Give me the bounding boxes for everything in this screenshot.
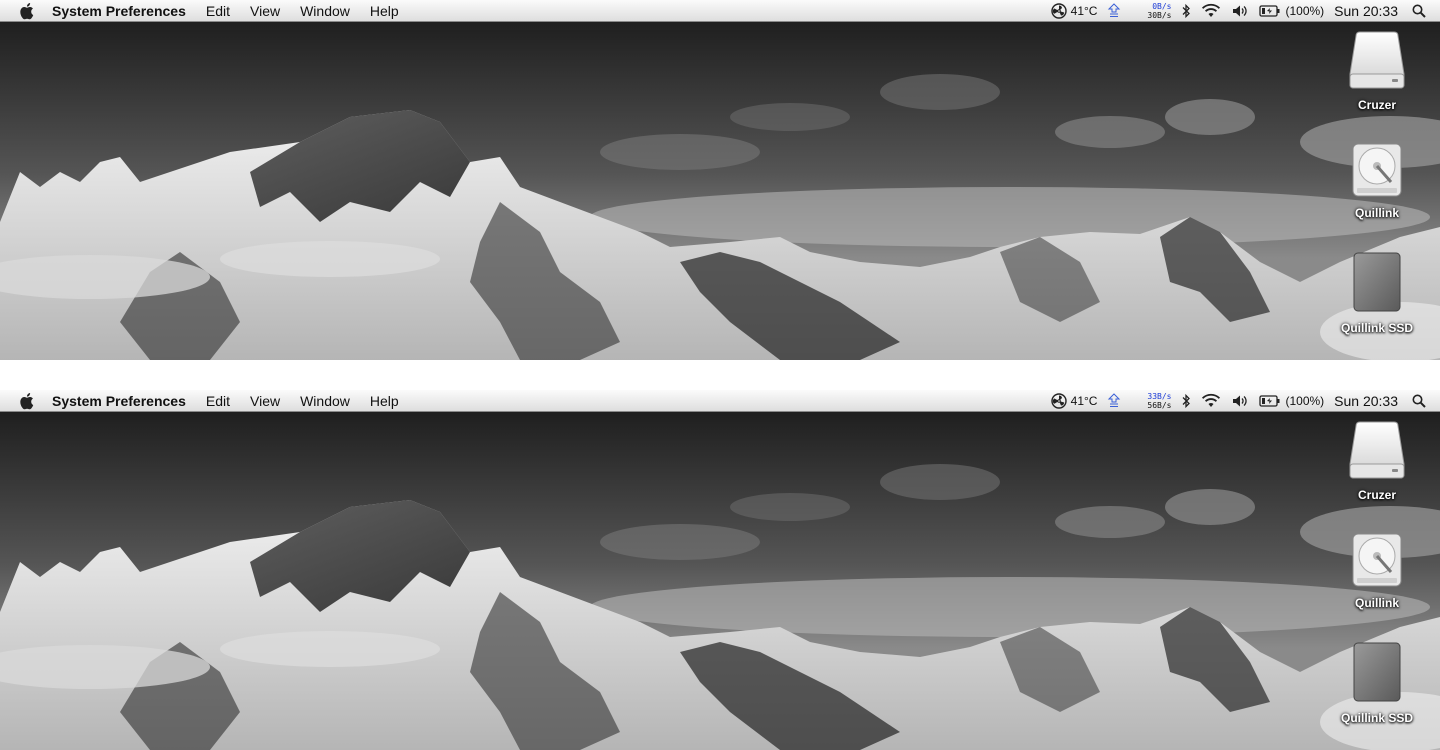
bluetooth-icon[interactable] [1181, 0, 1191, 22]
battery-icon [1259, 4, 1281, 18]
desktop-drive-quillink-ssd[interactable]: Quillink SSD [1332, 251, 1422, 335]
app-menu[interactable]: System Preferences [52, 0, 186, 22]
external-drive-icon [1348, 30, 1406, 95]
wifi-icon[interactable] [1201, 0, 1221, 22]
temperature-readout: 41°C [1070, 394, 1098, 408]
menu-window[interactable]: Window [300, 0, 350, 22]
apple-logo-icon[interactable] [18, 392, 38, 410]
fan-icon [1050, 393, 1067, 409]
desktop-wallpaper [0, 412, 1440, 750]
battery-percentage: (100%) [1285, 394, 1325, 408]
desktop-icon-label: Quillink SSD [1340, 711, 1413, 725]
temperature-monitor[interactable]: 41°C [1050, 390, 1098, 412]
desktop-drive-quillink[interactable]: Quillink [1332, 142, 1422, 220]
net-upload-rate: 33B/s [1147, 392, 1172, 401]
volume-icon[interactable] [1231, 0, 1249, 22]
ssd-drive-icon [1352, 641, 1402, 708]
spotlight-search-icon[interactable] [1412, 390, 1426, 412]
menu-view[interactable]: View [250, 0, 280, 22]
wifi-icon[interactable] [1201, 390, 1221, 412]
network-activity-icon [1107, 3, 1121, 19]
hard-disk-icon [1351, 532, 1403, 593]
temperature-readout: 41°C [1070, 4, 1098, 18]
battery-icon [1259, 394, 1281, 408]
network-activity-icon [1107, 393, 1121, 409]
menu-bar: System Preferences Edit View Window Help… [0, 0, 1440, 22]
net-upload-rate: 0B/s [1152, 2, 1172, 11]
menu-bar: System Preferences Edit View Window Help… [0, 390, 1440, 412]
ssd-drive-icon [1352, 251, 1402, 318]
desktop-wallpaper [0, 22, 1440, 360]
menu-help[interactable]: Help [370, 0, 399, 22]
desktop-icon-label: Quillink SSD [1340, 321, 1413, 335]
screen-divider [0, 360, 1440, 390]
battery-percentage: (100%) [1285, 4, 1325, 18]
desktop-drive-quillink-ssd[interactable]: Quillink SSD [1332, 641, 1422, 725]
spotlight-search-icon[interactable] [1412, 0, 1426, 22]
desktop-screen: System Preferences Edit View Window Help… [0, 0, 1440, 360]
desktop-screen: System Preferences Edit View Window Help… [0, 390, 1440, 750]
volume-icon[interactable] [1231, 390, 1249, 412]
menu-help[interactable]: Help [370, 390, 399, 412]
hard-disk-icon [1351, 142, 1403, 203]
desktop-icon-label: Cruzer [1357, 98, 1396, 112]
desktop-icon-label: Quillink [1354, 206, 1399, 220]
menu-edit[interactable]: Edit [206, 0, 230, 22]
net-download-rate: 30B/s [1147, 11, 1172, 20]
net-download-rate: 56B/s [1147, 401, 1172, 410]
battery-status[interactable]: (100%) [1259, 390, 1324, 412]
network-monitor[interactable]: 33B/s 56B/s [1107, 390, 1171, 412]
desktop-drive-cruzer[interactable]: Cruzer [1332, 30, 1422, 112]
desktop-drive-cruzer[interactable]: Cruzer [1332, 420, 1422, 502]
app-menu[interactable]: System Preferences [52, 390, 186, 412]
menu-clock[interactable]: Sun 20:33 [1334, 0, 1398, 22]
fan-icon [1050, 3, 1067, 19]
temperature-monitor[interactable]: 41°C [1050, 0, 1098, 22]
external-drive-icon [1348, 420, 1406, 485]
menu-window[interactable]: Window [300, 390, 350, 412]
menu-view[interactable]: View [250, 390, 280, 412]
bluetooth-icon[interactable] [1181, 390, 1191, 412]
network-monitor[interactable]: 0B/s 30B/s [1107, 0, 1171, 22]
menu-edit[interactable]: Edit [206, 390, 230, 412]
desktop-drive-quillink[interactable]: Quillink [1332, 532, 1422, 610]
battery-status[interactable]: (100%) [1259, 0, 1324, 22]
desktop-icon-label: Quillink [1354, 596, 1399, 610]
desktop-icon-label: Cruzer [1357, 488, 1396, 502]
apple-logo-icon[interactable] [18, 2, 38, 20]
menu-clock[interactable]: Sun 20:33 [1334, 390, 1398, 412]
